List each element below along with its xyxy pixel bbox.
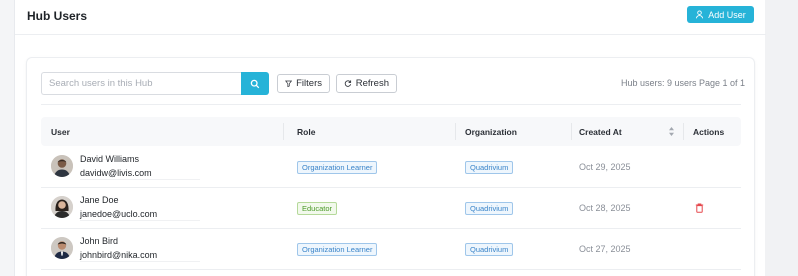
created-at: Oct 27, 2025 [579, 244, 631, 254]
search-bar [41, 72, 269, 95]
column-separator [571, 123, 572, 140]
avatar [51, 155, 73, 177]
user-name: David Williams [80, 154, 140, 164]
page-gutter [765, 0, 798, 276]
user-email: janedoe@uclo.com [80, 209, 158, 219]
sort-icon[interactable] [668, 126, 675, 137]
page-header: Hub Users Add User [15, 0, 766, 35]
table-row: David Williams davidw@livis.com Organiza… [41, 147, 741, 188]
table-row: Jane Doe janedoe@uclo.com Educator Quadr… [41, 188, 741, 229]
table-row: John Bird johnbird@nika.com Organization… [41, 229, 741, 270]
organization-badge: Quadrivium [465, 243, 514, 256]
trash-icon [695, 203, 704, 213]
role-badge: Educator [297, 202, 338, 215]
toolbar-divider [41, 104, 741, 105]
created-at: Oct 28, 2025 [579, 203, 631, 213]
hub-users-page: Hub Users Add User Filters [14, 0, 766, 276]
column-header-user: User [51, 127, 70, 137]
column-separator [283, 123, 284, 140]
add-user-label: Add User [708, 9, 746, 20]
created-at: Oct 29, 2025 [579, 162, 631, 172]
delete-user-button[interactable] [695, 203, 704, 213]
refresh-label: Refresh [355, 78, 389, 89]
user-icon [696, 10, 704, 19]
user-name: John Bird [80, 236, 119, 246]
column-header-created-at[interactable]: Created At [579, 127, 622, 137]
column-header-role: Role [297, 127, 316, 137]
refresh-icon [344, 80, 352, 87]
filters-button[interactable]: Filters [277, 74, 330, 93]
organization-badge: Quadrivium [465, 202, 514, 215]
users-card: Filters Refresh Hub users: 9 users Page … [26, 57, 755, 276]
table-header: User Role Organization Created At Action… [41, 117, 741, 146]
role-badge: Organization Learner [297, 161, 378, 174]
row-divider-line [80, 220, 200, 221]
column-separator [455, 123, 456, 140]
row-divider-line [80, 261, 200, 262]
user-email: johnbird@nika.com [80, 250, 158, 260]
column-header-actions: Actions [693, 127, 725, 137]
avatar [51, 196, 73, 218]
row-divider-line [80, 179, 200, 180]
refresh-button[interactable]: Refresh [336, 74, 397, 93]
page-info: Page 1 of 1 [699, 78, 746, 88]
add-user-button[interactable]: Add User [687, 6, 754, 23]
filter-icon [285, 80, 293, 88]
hub-user-count: Hub users: 9 users [621, 78, 697, 88]
search-icon [250, 79, 260, 88]
user-name: Jane Doe [80, 195, 119, 205]
page-title: Hub Users [27, 9, 88, 23]
avatar [51, 237, 73, 259]
filters-label: Filters [296, 78, 322, 89]
user-email: davidw@livis.com [80, 168, 152, 178]
search-input[interactable] [41, 72, 241, 95]
column-header-organization: Organization [465, 127, 517, 137]
role-badge: Organization Learner [297, 243, 378, 256]
search-button[interactable] [241, 72, 269, 95]
organization-badge: Quadrivium [465, 161, 514, 174]
column-separator [683, 123, 684, 140]
